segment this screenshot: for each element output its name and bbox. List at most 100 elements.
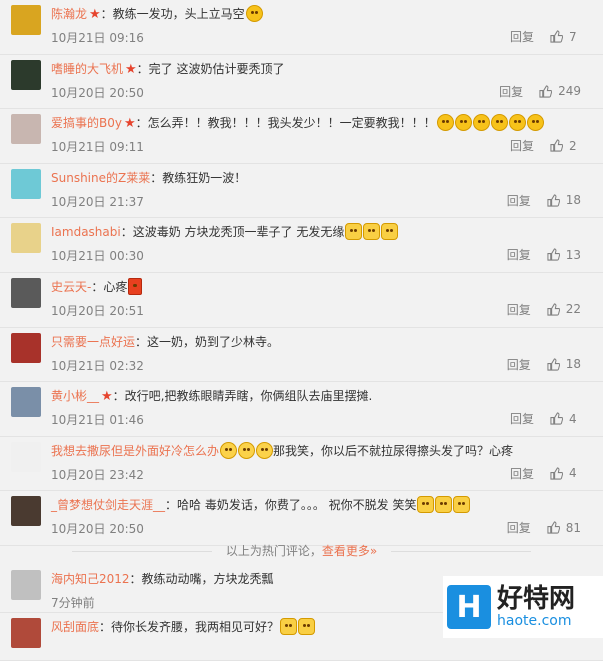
commenter-name[interactable]: Iamdashabi <box>51 225 121 239</box>
commenter-name[interactable]: 只需要一点好运 <box>51 335 135 349</box>
commenter-name[interactable]: 陈瀚龙 <box>51 7 87 21</box>
comment-time: 10月20日 23:42 <box>51 467 144 482</box>
watermark: H 好特网 haote.com <box>443 576 603 638</box>
hot-footer-text: 以上为热门评论， <box>225 544 322 558</box>
avatar[interactable] <box>11 332 41 363</box>
like-count: 7 <box>569 29 577 44</box>
reply-button[interactable]: 回复 <box>510 28 534 45</box>
avatar[interactable] <box>11 59 41 90</box>
like-count: 81 <box>565 520 581 535</box>
cat-emoji-icon <box>453 496 471 514</box>
comment-text: ：改行吧,把教练眼睛弄瞎，你俩组队去庙里摆摊. <box>112 389 373 404</box>
comment-row: 陈瀚龙 ★：教练一发功，头上立马空 10月21日 09:16 回复 7 <box>0 0 603 55</box>
vip-star-icon: ★ <box>123 116 136 132</box>
watermark-cn: 好特网 <box>497 584 576 614</box>
commenter-name[interactable]: 爱搞事的B0y <box>51 116 122 130</box>
comment-time: 10月20日 20:50 <box>51 85 144 100</box>
like-count: 13 <box>565 247 581 262</box>
angry-emoji-icon <box>436 114 454 132</box>
reply-button[interactable]: 回复 <box>507 519 531 536</box>
comment-text: ：待你长发齐腰，我两相见可好？ <box>99 620 280 634</box>
reply-button[interactable]: 回复 <box>510 410 534 427</box>
avatar[interactable] <box>11 387 41 418</box>
comment-text: ：教练狂奶一波！ <box>150 170 247 185</box>
commenter-name[interactable]: 海内知己2012 <box>51 572 130 586</box>
like-icon[interactable] <box>547 357 560 371</box>
like-icon[interactable] <box>550 467 564 480</box>
cry-emoji-icon <box>220 441 238 459</box>
vip-star-icon: ★ <box>101 389 113 405</box>
like-icon[interactable] <box>547 521 560 534</box>
divider <box>391 551 531 552</box>
commenter-name[interactable]: 史云天- <box>51 280 91 294</box>
comment-text: ：教练一发功，头上立马空 <box>100 7 245 21</box>
like-icon[interactable] <box>550 412 564 425</box>
cry-emoji-icon <box>238 441 256 459</box>
cat-emoji-icon <box>345 223 363 241</box>
cat-emoji-icon <box>280 618 298 635</box>
watermark-logo: H <box>447 585 491 629</box>
comment-line: 陈瀚龙 ★：教练一发功，头上立马空 <box>51 5 583 24</box>
commenter-name[interactable]: _曾梦想仗剑走天涯__ <box>51 498 165 512</box>
like-icon[interactable] <box>547 194 560 207</box>
avatar[interactable] <box>11 441 41 472</box>
reply-button[interactable]: 回复 <box>507 356 531 373</box>
comment-actions: 回复 249 <box>499 83 581 100</box>
avatar[interactable] <box>11 223 41 254</box>
view-more-link[interactable]: 查看更多» <box>322 544 377 558</box>
vip-star-icon: ★ <box>89 7 101 22</box>
like-icon[interactable] <box>547 303 560 316</box>
avatar[interactable] <box>11 618 41 648</box>
avatar[interactable] <box>11 570 41 600</box>
comment-text: ：这一奶，奶到了少林寺。 <box>135 334 280 349</box>
commenter-name[interactable]: 黄小彬__ <box>51 389 99 403</box>
comment-list: 陈瀚龙 ★：教练一发功，头上立马空 10月21日 09:16 回复 7 嗜睡的大飞机 ★：完… <box>0 0 603 546</box>
vip-star-icon: ★ <box>125 61 137 77</box>
like-icon[interactable] <box>550 139 564 152</box>
watermark-en: haote.com <box>497 613 572 629</box>
like-count: 18 <box>565 357 581 372</box>
avatar[interactable] <box>11 114 41 145</box>
comment-time: 10月21日 09:16 <box>51 31 144 45</box>
comment-actions: 回复 18 <box>507 192 581 209</box>
comment-time: 10月20日 20:50 <box>51 522 144 537</box>
avatar[interactable] <box>11 496 41 527</box>
comment-time: 10月21日 01:46 <box>51 413 144 428</box>
comment-time: 10月21日 09:11 <box>51 140 144 155</box>
reply-button[interactable]: 回复 <box>507 301 531 318</box>
reply-button[interactable]: 回复 <box>507 192 531 209</box>
like-icon[interactable] <box>550 30 564 43</box>
comment-text: ：教练动动嘴，方块龙秃瓢 <box>129 572 274 586</box>
comment-row: Sunshine的Z莱莱：教练狂奶一波！ 10月20日 21:37 回复 18 <box>0 164 603 219</box>
angry-emoji-icon <box>526 114 544 132</box>
reply-button[interactable]: 回复 <box>510 465 534 482</box>
avatar[interactable] <box>11 168 41 199</box>
like-icon[interactable] <box>539 85 553 98</box>
angry-emoji-icon <box>454 114 472 132</box>
comment-row: 只需要一点好运：这一奶，奶到了少林寺。 10月21日 02:32 回复 18 <box>0 328 603 383</box>
reply-button[interactable]: 回复 <box>499 83 523 100</box>
cat-emoji-icon <box>381 223 399 241</box>
divider <box>71 551 212 552</box>
hot-comments-footer: 以上为热门评论，查看更多» <box>0 537 603 565</box>
comment-actions: 回复 4 <box>510 465 581 482</box>
commenter-name[interactable]: Sunshine的Z莱莱 <box>51 171 150 185</box>
commenter-name[interactable]: 嗜睡的大飞机 <box>51 62 123 76</box>
avatar[interactable] <box>11 5 41 35</box>
cat-emoji-icon <box>435 496 453 514</box>
comment-text: ：怎么弄！！教我！！！我头发少！！一定要教我！！！ <box>135 116 436 131</box>
like-icon[interactable] <box>547 248 560 261</box>
avatar[interactable] <box>11 277 41 308</box>
commenter-name[interactable]: 风刮面底 <box>51 620 99 634</box>
comment-time: 10月20日 21:37 <box>51 194 144 209</box>
comment-row: 我想去撒尿但是外面好冷怎么办 那我笑，你以后不就拉尿得擦头发了吗？心疼 10月20日… <box>0 437 603 492</box>
comment-actions: 回复 22 <box>507 301 581 318</box>
comment-row: 嗜睡的大飞机 ★：完了 这波奶估计要秃顶了 10月20日 20:50 回复 249 <box>0 55 603 110</box>
reply-button[interactable]: 回复 <box>507 246 531 263</box>
comment-actions: 回复 4 <box>510 410 581 427</box>
angry-emoji-icon <box>508 114 526 132</box>
reply-button[interactable]: 回复 <box>510 137 534 154</box>
comment-actions: 回复 81 <box>507 519 581 536</box>
cat-emoji-icon <box>363 223 381 241</box>
commenter-name[interactable]: 我想去撒尿但是外面好冷怎么办 <box>51 444 219 458</box>
